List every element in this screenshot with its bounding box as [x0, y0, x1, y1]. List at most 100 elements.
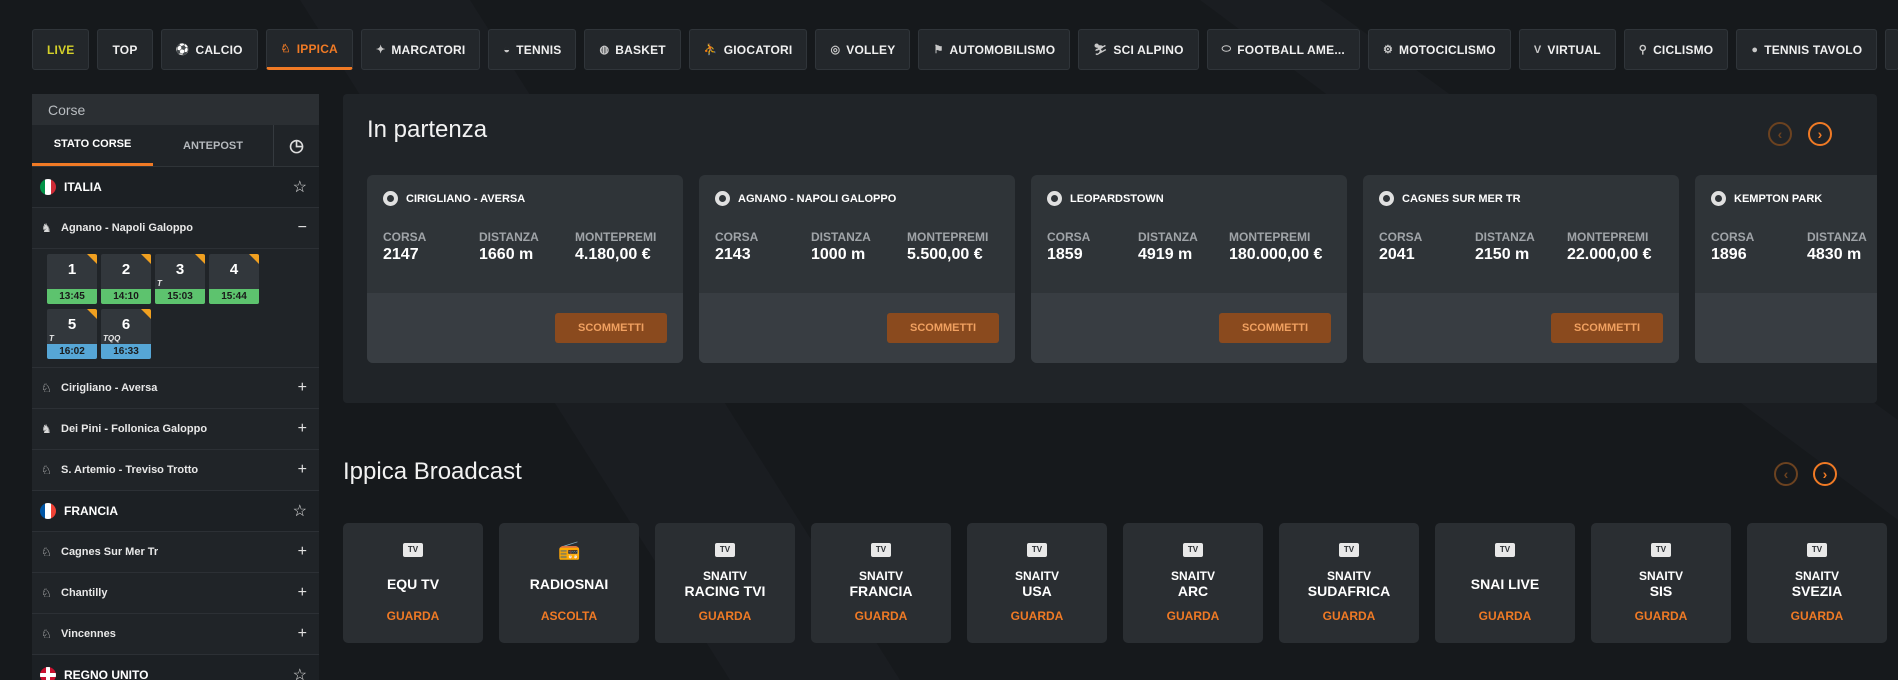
clock-icon[interactable]: ◷ [273, 125, 319, 166]
guarda-link[interactable]: GUARDA [343, 609, 483, 623]
race-tile[interactable]: 5 T 16:02 [47, 309, 97, 359]
sidebar-tabs: STATO CORSE ANTEPOST ◷ [32, 125, 319, 167]
track-cagnes[interactable]: ♘ Cagnes Sur Mer Tr + [32, 532, 319, 573]
nav-motociclismo[interactable]: ⚙ MOTOCICLISMO [1367, 29, 1511, 70]
nav-label: TENNIS [516, 42, 562, 57]
guarda-link[interactable]: GUARDA [1435, 609, 1575, 623]
guarda-link[interactable]: GUARDA [811, 609, 951, 623]
race-card[interactable]: CIRIGLIANO - AVERSA CORSA 2147 DISTANZA 16… [367, 175, 683, 363]
race-tile[interactable]: 4 15:44 [209, 254, 259, 304]
prev-arrow-icon[interactable]: ‹ [1774, 462, 1798, 486]
race-tag: TQQ [103, 334, 121, 343]
nav-tennis[interactable]: ◒ TENNIS [488, 29, 577, 70]
next-arrow-icon[interactable]: › [1813, 462, 1837, 486]
next-arrow-icon[interactable]: › [1808, 122, 1832, 146]
stat-montepremi: MONTEPREMI 180.000,00 € [1229, 230, 1322, 264]
broadcast-card[interactable]: TV SNAITV ARC GUARDA [1123, 523, 1263, 643]
country-italia[interactable]: ITALIA ☆ [32, 167, 319, 208]
expand-icon[interactable]: + [298, 379, 307, 397]
guarda-link[interactable]: GUARDA [1279, 609, 1419, 623]
nav-automobilismo[interactable]: ⚑ AUTOMOBILISMO [918, 29, 1071, 70]
race-card[interactable]: AGNANO - NAPOLI GALOPPO CORSA 2143 DISTAN… [699, 175, 1015, 363]
track-s-artemio[interactable]: ♘ S. Artemio - Treviso Trotto + [32, 450, 319, 491]
track-agnano[interactable]: ♞ Agnano - Napoli Galoppo − [32, 208, 319, 249]
broadcast-card[interactable]: 📻 RADIOSNAI ASCOLTA [499, 523, 639, 643]
stat-distanza: DISTANZA 1660 m [479, 230, 539, 264]
broadcast-card[interactable]: TV EQU TV GUARDA [343, 523, 483, 643]
race-tile[interactable]: 2 14:10 [101, 254, 151, 304]
nav-ippica[interactable]: ♘ IPPICA [265, 29, 353, 70]
tab-stato-corse[interactable]: STATO CORSE [32, 125, 153, 166]
collapse-icon[interactable]: − [298, 219, 307, 237]
star-icon[interactable]: ☆ [293, 501, 307, 521]
broadcast-card[interactable]: TV SNAITV FRANCIA GUARDA [811, 523, 951, 643]
nav-label: MOTOCICLISMO [1399, 42, 1496, 57]
broadcast-card[interactable]: TV SNAITV SUDAFRICA GUARDA [1279, 523, 1419, 643]
race-tile[interactable]: 6 TQQ 16:33 [101, 309, 151, 359]
expand-icon[interactable]: + [298, 461, 307, 479]
nav-giocatori[interactable]: ⛹ GIOCATORI [688, 29, 808, 70]
track-vincennes[interactable]: ♘ Vincennes + [32, 614, 319, 655]
race-number: 2 [121, 261, 131, 278]
race-card[interactable]: CAGNES SUR MER TR CORSA 2041 DISTANZA 2150… [1363, 175, 1679, 363]
race-card[interactable]: KEMPTON PARK CORSA 1896 DISTANZA 4830 m [1695, 175, 1877, 363]
nav-live[interactable]: LIVE [32, 29, 90, 70]
nav-more[interactable] [1885, 29, 1898, 70]
nav-basket[interactable]: ◍ BASKET [584, 29, 681, 70]
broadcast-card[interactable]: TV SNAITV SVEZIA GUARDA [1747, 523, 1887, 643]
track-dei-pini[interactable]: ♞ Dei Pini - Follonica Galoppo + [32, 409, 319, 450]
guarda-link[interactable]: GUARDA [1591, 609, 1731, 623]
card-header: CIRIGLIANO - AVERSA [383, 191, 525, 206]
broadcast-card[interactable]: TV SNAITV USA GUARDA [967, 523, 1107, 643]
broadcast-card[interactable]: TV SNAI LIVE GUARDA [1435, 523, 1575, 643]
channel-name-line1: SNAITV [1170, 569, 1215, 583]
track-cirigliano[interactable]: ♘ Cirigliano - Aversa + [32, 368, 319, 409]
stat-value: 2143 [715, 246, 751, 263]
expand-icon[interactable]: + [298, 543, 307, 561]
star-icon[interactable]: ☆ [293, 665, 307, 680]
prev-arrow-icon[interactable]: ‹ [1768, 122, 1792, 146]
channel-name: SNAITV SVEZIA [1747, 568, 1887, 600]
scommetti-button[interactable]: SCOMMETTI [1219, 313, 1331, 343]
channel-name: SNAI LIVE [1435, 568, 1575, 600]
country-regno-unito[interactable]: REGNO UNITO ☆ [32, 655, 319, 680]
expand-icon[interactable]: + [298, 625, 307, 643]
stat-label: CORSA [383, 230, 427, 244]
guarda-link[interactable]: GUARDA [655, 609, 795, 623]
nav-volley[interactable]: ◎ VOLLEY [815, 29, 911, 70]
stat-label: CORSA [1379, 230, 1423, 244]
tv-icon: TV [1339, 543, 1359, 557]
nav-marcatori[interactable]: ✦ MARCATORI [360, 29, 481, 70]
guarda-link[interactable]: GUARDA [1747, 609, 1887, 623]
guarda-link[interactable]: GUARDA [1123, 609, 1263, 623]
race-tile[interactable]: 3 T 15:03 [155, 254, 205, 304]
star-icon[interactable]: ☆ [293, 177, 307, 197]
broadcast-card[interactable]: TV SNAITV RACING TVI GUARDA [655, 523, 795, 643]
expand-icon[interactable]: + [298, 584, 307, 602]
stat-value: 4830 m [1807, 246, 1862, 263]
nav-calcio[interactable]: ⚽ CALCIO [160, 29, 258, 70]
country-francia[interactable]: FRANCIA ☆ [32, 491, 319, 532]
track-chantilly[interactable]: ♘ Chantilly + [32, 573, 319, 614]
scommetti-button[interactable]: SCOMMETTI [555, 313, 667, 343]
ascolta-link[interactable]: ASCOLTA [499, 609, 639, 623]
stat-value: 180.000,00 € [1229, 246, 1323, 263]
nav-football-americano[interactable]: ⬭ FOOTBALL AME... [1206, 29, 1360, 70]
broadcast-card[interactable]: TV SNAITV SIS GUARDA [1591, 523, 1731, 643]
tab-antepost[interactable]: ANTEPOST [153, 125, 273, 166]
channel-name-line2: SIS [1649, 583, 1673, 599]
nav-virtual[interactable]: V VIRTUAL [1518, 29, 1616, 70]
scommetti-button[interactable]: SCOMMETTI [887, 313, 999, 343]
stat-label: CORSA [1047, 230, 1091, 244]
race-tile[interactable]: 1 13:45 [47, 254, 97, 304]
race-card[interactable]: LEOPARDSTOWN CORSA 1859 DISTANZA 4919 m MO… [1031, 175, 1347, 363]
nav-top[interactable]: TOP [97, 29, 153, 70]
nav-tennis-tavolo[interactable]: ● TENNIS TAVOLO [1736, 29, 1878, 70]
guarda-link[interactable]: GUARDA [967, 609, 1107, 623]
scommetti-button[interactable]: SCOMMETTI [1551, 313, 1663, 343]
nav-sci-alpino[interactable]: ⛷ SCI ALPINO [1078, 29, 1199, 70]
expand-icon[interactable]: + [298, 420, 307, 438]
nav-ciclismo[interactable]: ⚲ CICLISMO [1623, 29, 1729, 70]
channel-name-line2: RACING TVI [684, 583, 766, 599]
stat-label: DISTANZA [1807, 230, 1867, 244]
